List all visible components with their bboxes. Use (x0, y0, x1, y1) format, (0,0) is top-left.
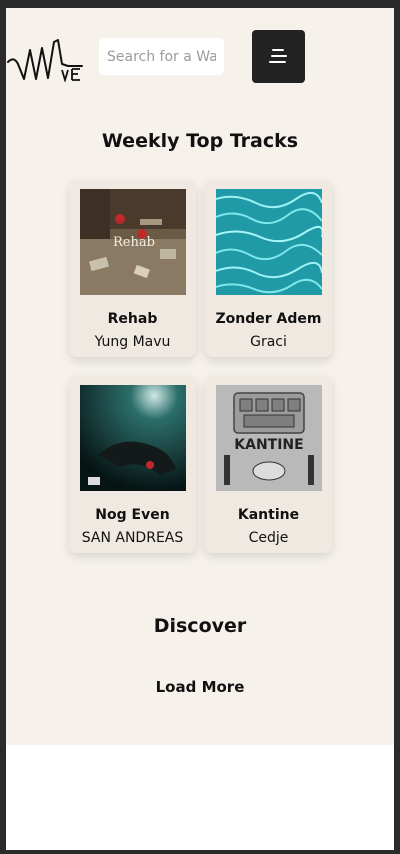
album-cover-rehab: Rehab (80, 189, 186, 295)
svg-text:KANTINE: KANTINE (234, 437, 303, 453)
album-cover-kantine: KANTINE (216, 385, 322, 491)
track-title: Nog Even (95, 507, 170, 523)
discover-title: Discover (153, 615, 247, 637)
track-card-kantine[interactable]: KANTINE Kantine Cedje (205, 376, 332, 553)
track-card-zonder-adem[interactable]: Zonder Adem Graci (205, 180, 332, 357)
album-cover-nog-even (80, 385, 186, 491)
track-artist: SAN ANDREAS (81, 530, 184, 546)
track-title: Rehab (107, 311, 158, 327)
load-more-button[interactable]: Load More (6, 678, 394, 696)
track-title: Kantine (237, 507, 300, 523)
track-title: Zonder Adem (215, 311, 322, 327)
wave-logo[interactable] (6, 34, 84, 82)
track-artist: Cedje (248, 530, 289, 546)
search-input[interactable] (99, 38, 224, 75)
track-card-nog-even[interactable]: Nog Even SAN ANDREAS (69, 376, 196, 553)
page-frame: Weekly Top Tracks (6, 8, 394, 850)
weekly-top-tracks-title: Weekly Top Tracks (101, 130, 299, 152)
track-artist: Graci (250, 334, 287, 350)
track-card-rehab[interactable]: Rehab Rehab Yung Mavu (69, 180, 196, 357)
svg-text:Rehab: Rehab (113, 235, 155, 250)
app-container: Weekly Top Tracks (6, 8, 394, 745)
menu-button[interactable] (252, 30, 305, 83)
track-artist: Yung Mavu (94, 334, 171, 350)
album-cover-zonder-adem (216, 189, 322, 295)
